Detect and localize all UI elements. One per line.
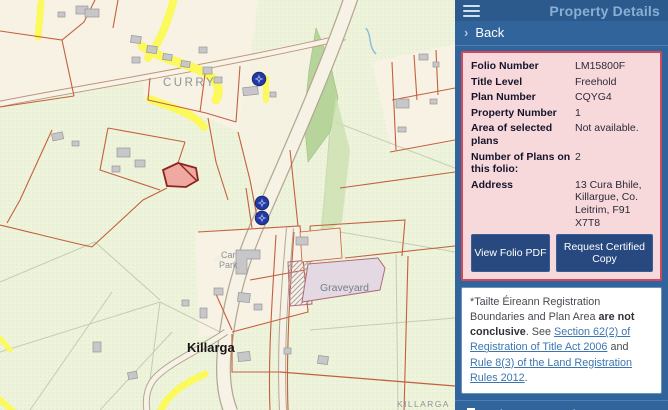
disclaimer-text-mid: . See — [526, 326, 554, 338]
panel-header: Property Details — [455, 0, 668, 21]
folio-number-label: Folio Number — [471, 60, 571, 73]
rule-8-link[interactable]: Rule 8(3) of the Land Registration Rules… — [470, 357, 632, 384]
plan-number-value: CQYG4 — [575, 91, 653, 104]
back-label: Back — [475, 25, 504, 40]
title-level-label: Title Level — [471, 76, 571, 89]
label-graveyard: Graveyard — [320, 282, 369, 294]
request-certified-copy-button[interactable]: Request Certified Copy — [556, 234, 653, 272]
map-marker-2[interactable] — [255, 196, 269, 210]
property-details-box: Folio Number LM15800F Title Level Freeho… — [461, 51, 662, 281]
detail-row-plan-count: Number of Plans on this folio: 2 — [471, 151, 653, 176]
view-folio-pdf-button[interactable]: View Folio PDF — [471, 234, 550, 272]
print-current-view-button[interactable]: Print Current View — [455, 400, 668, 410]
map-viewport[interactable]: CURRY Car Park Graveyard Killarga KILLAR… — [0, 0, 455, 410]
detail-row-title-level: Title Level Freehold — [471, 76, 653, 89]
label-killarga-townland: KILLARGA — [397, 399, 450, 409]
label-car-park-1: Car — [221, 250, 236, 260]
map-canvas[interactable]: CURRY Car Park Graveyard Killarga KILLAR… — [0, 0, 455, 410]
disclaimer-text-suffix: . — [525, 372, 528, 384]
plan-number-label: Plan Number — [471, 91, 571, 104]
address-label: Address — [471, 179, 571, 229]
label-killarga-village: Killarga — [187, 340, 235, 355]
folio-number-value: LM15800F — [575, 60, 653, 73]
plan-count-value: 2 — [575, 151, 653, 176]
label-curry: CURRY — [163, 77, 216, 89]
back-button[interactable]: › Back — [455, 21, 668, 46]
area-label: Area of selected plans — [471, 122, 571, 147]
map-marker-3[interactable] — [255, 211, 269, 225]
disclaimer-text-prefix: *Tailte Éireann Registration Boundaries … — [470, 296, 600, 323]
title-level-value: Freehold — [575, 76, 653, 89]
disclaimer-text-and: and — [607, 341, 628, 353]
menu-icon[interactable] — [463, 2, 480, 20]
label-car-park-2: Park — [219, 260, 238, 270]
detail-row-plan-number: Plan Number CQYG4 — [471, 91, 653, 104]
detail-row-property-number: Property Number 1 — [471, 107, 653, 120]
detail-buttons: View Folio PDF Request Certified Copy — [471, 234, 653, 272]
address-value: 13 Cura Bhile, Killargue, Co. Leitrim, F… — [575, 179, 653, 229]
map-marker-1[interactable] — [252, 72, 266, 86]
panel-title: Property Details — [549, 3, 660, 19]
area-value: Not available. — [575, 122, 653, 147]
property-number-value: 1 — [575, 107, 653, 120]
detail-row-folio: Folio Number LM15800F — [471, 60, 653, 73]
disclaimer-box: *Tailte Éireann Registration Boundaries … — [461, 287, 662, 394]
property-details-app: CURRY Car Park Graveyard Killarga KILLAR… — [0, 0, 668, 410]
plan-count-label: Number of Plans on this folio: — [471, 151, 571, 176]
selected-parcel[interactable] — [163, 163, 198, 187]
chevron-right-icon: › — [464, 25, 468, 40]
property-number-label: Property Number — [471, 107, 571, 120]
detail-row-address: Address 13 Cura Bhile, Killargue, Co. Le… — [471, 179, 653, 229]
property-details-panel: Property Details › Back Folio Number LM1… — [455, 0, 668, 410]
detail-row-area: Area of selected plans Not available. — [471, 122, 653, 147]
